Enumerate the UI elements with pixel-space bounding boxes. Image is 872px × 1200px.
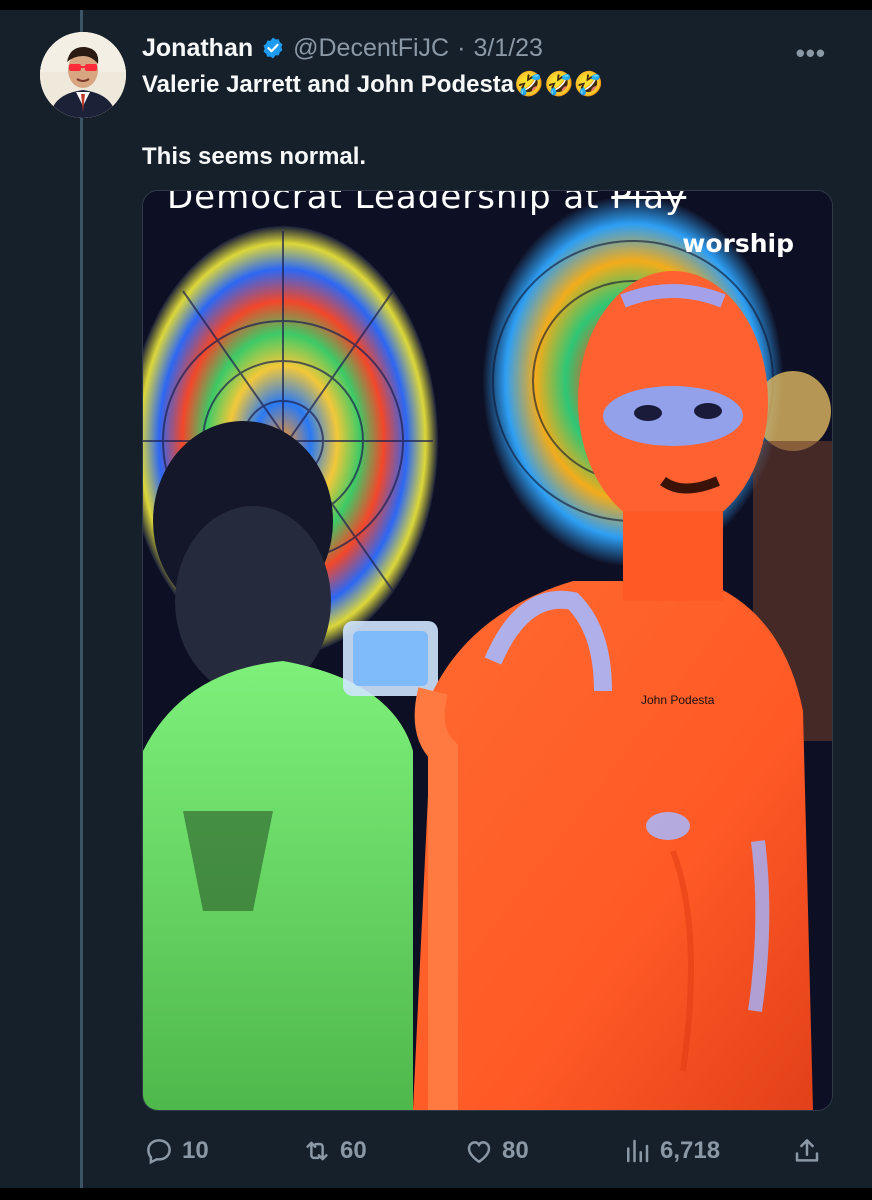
thread-connector-line — [80, 10, 83, 1188]
tweet-header: Jonathan @DecentFiJC · 3/1/23 — [142, 28, 543, 68]
meme-caption-prefix: Democrat Leadership at — [167, 190, 612, 217]
tweet-date[interactable]: 3/1/23 — [473, 34, 543, 63]
retweet-button[interactable]: 60 — [302, 1128, 367, 1174]
meme-caption-top: Democrat Leadership at Play — [167, 190, 687, 217]
avatar[interactable] — [40, 32, 126, 118]
tweet-text-line-1: Valerie Jarrett and John Podesta🤣🤣🤣 — [142, 71, 604, 98]
avatar-image — [40, 32, 126, 118]
more-options-button[interactable]: ••• — [796, 38, 826, 69]
views-button[interactable]: 6,718 — [622, 1128, 720, 1174]
views-bar-chart-icon — [627, 1139, 649, 1163]
heart-icon — [467, 1141, 491, 1164]
tweet-media-image[interactable]: Democrat Leadership at Play worship John… — [142, 190, 833, 1111]
reply-icon — [147, 1139, 171, 1165]
like-button[interactable]: 80 — [464, 1128, 529, 1174]
meme-name-label: John Podesta — [641, 693, 715, 707]
author-name[interactable]: Jonathan — [142, 34, 253, 63]
reply-count: 10 — [182, 1137, 209, 1164]
meme-caption-worship: worship — [682, 229, 794, 258]
header-separator: · — [457, 33, 466, 62]
retweet-icon — [306, 1141, 328, 1161]
like-count: 80 — [502, 1137, 529, 1164]
retweet-count: 60 — [340, 1137, 367, 1164]
tweet-text-line-2: This seems normal. — [142, 143, 367, 170]
verified-badge-icon — [261, 36, 285, 60]
meme-photo — [143, 191, 832, 1110]
share-button[interactable] — [792, 1128, 822, 1174]
tweet-card[interactable]: Jonathan @DecentFiJC · 3/1/23 ••• Valeri… — [0, 10, 872, 1188]
author-handle[interactable]: @DecentFiJC — [293, 34, 449, 63]
tweet-actions-bar: 10 60 80 6,718 — [142, 1128, 832, 1174]
meme-caption-struck-word: Play — [611, 190, 687, 217]
views-count: 6,718 — [660, 1137, 721, 1164]
share-icon — [795, 1139, 819, 1162]
reply-button[interactable]: 10 — [144, 1128, 209, 1174]
